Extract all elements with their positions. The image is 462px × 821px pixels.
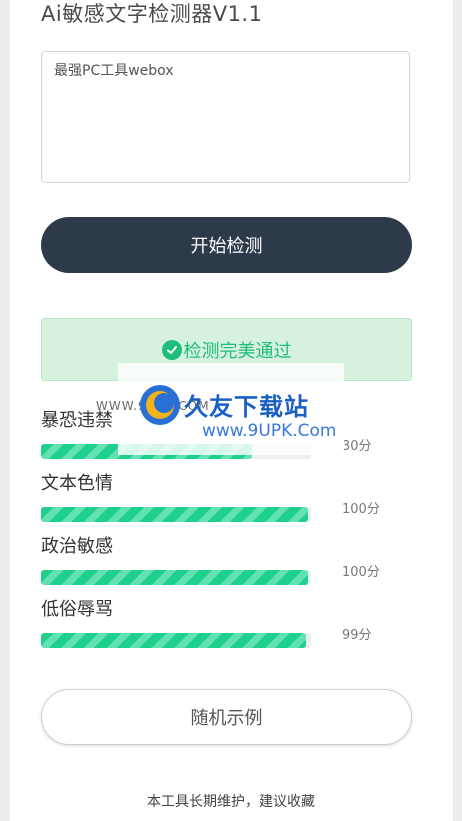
watermark-url: www.9UPK.Com [202, 421, 337, 441]
metric-score-porn: 100分 [342, 502, 380, 517]
watermark-logo-icon [138, 383, 182, 427]
metric-bar-fill [41, 633, 306, 648]
result-message: 检测完美通过 [183, 340, 292, 362]
metric-bar-abuse [41, 633, 311, 648]
metric-bar-politics [41, 570, 311, 585]
check-circle-icon [161, 339, 182, 360]
metric-score-politics: 100分 [342, 565, 380, 580]
metric-label-politics: 政治敏感 [41, 536, 113, 557]
metric-bar-porn [41, 507, 311, 522]
watermark-brand: 久友下载站 [184, 393, 309, 421]
metric-bar-fill [41, 507, 309, 522]
random-example-button[interactable]: 随机示例 [41, 689, 412, 745]
app-title: Ai敏感文字检测器V1.1 [41, 2, 263, 26]
metric-label-abuse: 低俗辱骂 [41, 599, 113, 620]
footer-note: 本工具长期维护，建议收藏 [147, 794, 315, 810]
text-input[interactable]: 最强PC工具webox [41, 51, 410, 183]
metric-score-violence: 30分 [342, 439, 372, 454]
metric-bar-fill [41, 570, 309, 585]
start-detect-button[interactable]: 开始检测 [41, 217, 412, 273]
metric-label-porn: 文本色情 [41, 473, 113, 494]
watermark: WWW.9UPK.COM 久友下载站 www.9UPK.Com [96, 363, 344, 455]
metric-score-abuse: 99分 [342, 628, 372, 643]
